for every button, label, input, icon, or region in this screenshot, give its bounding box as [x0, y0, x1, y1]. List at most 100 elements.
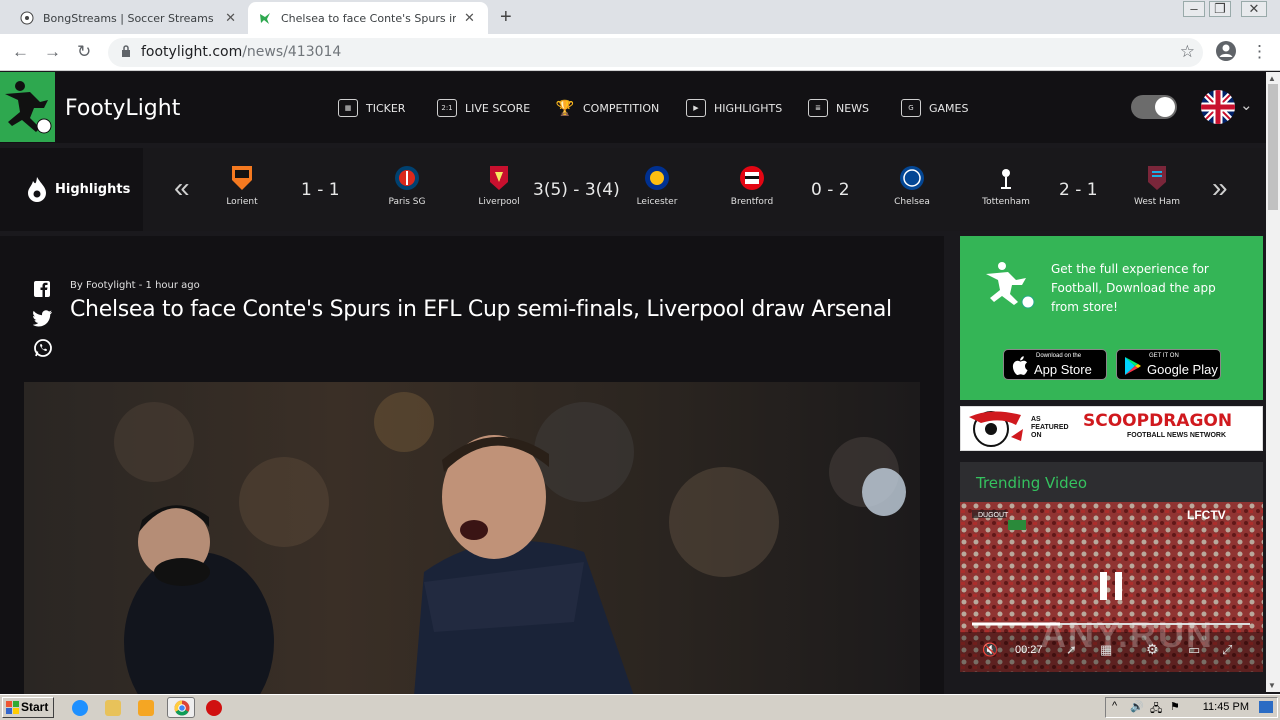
team-away[interactable]: Paris SG — [372, 164, 442, 207]
promo-text: Get the full experience for Football, Do… — [1051, 262, 1216, 314]
match-score[interactable]: 3(5) - 3(4) — [533, 180, 620, 200]
team-away[interactable]: Chelsea — [877, 164, 947, 207]
flag-icon[interactable]: ⚑ — [1170, 700, 1180, 713]
prev-matches-arrow-icon[interactable]: « — [174, 172, 190, 204]
folder-icon[interactable] — [105, 700, 121, 716]
video-time: 00:27 — [1015, 644, 1043, 656]
flame-icon — [28, 177, 46, 202]
psg-crest-icon — [395, 166, 419, 190]
tray-expand-icon[interactable]: ^ — [1112, 700, 1117, 712]
team-name: Tottenham — [982, 197, 1030, 207]
media-player-icon[interactable] — [138, 700, 154, 716]
nav-label: HIGHLIGHTS — [714, 101, 783, 115]
team-home[interactable]: Tottenham — [971, 164, 1041, 207]
uk-flag-icon[interactable] — [1201, 90, 1235, 124]
dugout-label: DUGOUT — [978, 512, 1009, 519]
system-tray: ^ 🔊 🖧 ⚑ 11:45 PM — [1105, 697, 1278, 718]
scroll-down-arrow-icon[interactable]: ▼ — [1268, 681, 1276, 690]
anyrun-watermark: ANY.RUN — [1040, 614, 1215, 655]
fullscreen-icon[interactable]: ⤢ — [1222, 642, 1232, 658]
match-score[interactable]: 0 - 2 — [811, 180, 850, 200]
bookmark-star-icon[interactable]: ☆ — [1180, 42, 1195, 62]
site-logo[interactable] — [0, 72, 55, 142]
close-tab-icon[interactable]: ✕ — [464, 11, 475, 26]
team-name: Chelsea — [894, 197, 930, 207]
nav-highlights[interactable]: ▶ HIGHLIGHTS — [686, 98, 782, 118]
chevron-down-icon[interactable]: ⌄ — [1240, 96, 1253, 114]
nav-label: GAMES — [929, 101, 969, 115]
match-score[interactable]: 2 - 1 — [1059, 180, 1098, 200]
account-icon[interactable] — [1215, 40, 1237, 67]
lorient-crest-icon — [232, 166, 252, 190]
team-away[interactable]: West Ham — [1122, 164, 1192, 207]
lfctv-label: LFCTV — [1187, 508, 1226, 522]
show-desktop-icon[interactable] — [1259, 701, 1273, 713]
tab-bongstreams[interactable]: BongStreams | Soccer Streams | NBA ✕ — [10, 2, 246, 34]
team-name: Brentford — [730, 197, 774, 207]
network-icon[interactable]: 🖧 — [1150, 700, 1162, 719]
ie-icon[interactable] — [72, 700, 88, 716]
article-hero-image — [24, 382, 920, 696]
nav-games[interactable]: G GAMES — [901, 98, 968, 118]
trending-video-title: Trending Video — [976, 474, 1088, 492]
video-player[interactable]: LFCTV DUGOUT 🔇 00:27 ➚ ▦ ⚙ ▭ ⤢ ANY.RUN — [960, 502, 1263, 672]
team-name: Lorient — [226, 197, 258, 207]
start-label: Start — [21, 700, 49, 714]
highlights-section[interactable]: Highlights — [0, 148, 143, 231]
restore-button[interactable]: ❐ — [1209, 1, 1231, 17]
team-name: Liverpool — [478, 197, 520, 207]
url-text: footylight.com/news/413014 — [141, 44, 341, 60]
scoopdragon-banner[interactable]: AS FEATURED ON SCOOPDRAGON FOOTBALL NEWS… — [960, 406, 1263, 451]
app-store-button[interactable]: Download on the App Store — [1003, 349, 1107, 380]
start-button[interactable]: Start — [2, 697, 54, 718]
site-header: FootyLight ▦ TICKER 2:1 LIVE SCORE 🏆 COMPET… — [0, 72, 1266, 143]
team-home[interactable]: Liverpool — [464, 164, 534, 207]
next-matches-arrow-icon[interactable]: » — [1212, 172, 1228, 204]
page-scrollbar[interactable]: ▲ ▼ — [1266, 72, 1280, 692]
menu-kebab-icon[interactable]: ⋮ — [1251, 42, 1268, 62]
article-byline: By Footylight - 1 hour ago — [70, 280, 200, 291]
tab-chelsea-article[interactable]: Chelsea to face Conte's Spurs in EFL ✕ — [248, 2, 488, 34]
match-score[interactable]: 1 - 1 — [301, 180, 340, 200]
brentford-crest-icon — [740, 166, 764, 190]
whatsapp-icon[interactable] — [33, 338, 53, 358]
nav-label: COMPETITION — [583, 101, 660, 115]
facebook-icon[interactable] — [33, 280, 53, 300]
close-window-button[interactable]: ✕ — [1241, 1, 1267, 17]
article-container: By Footylight - 1 hour ago Chelsea to fa… — [0, 236, 944, 696]
highlights-label: Highlights — [55, 182, 131, 197]
team-home[interactable]: Brentford — [717, 164, 787, 207]
minimize-button[interactable]: – — [1183, 1, 1205, 17]
volume-icon[interactable]: 🔊 — [1130, 700, 1144, 713]
team-away[interactable]: Leicester — [622, 164, 692, 207]
footballer-logo-icon — [5, 81, 52, 134]
url-host: footylight.com — [141, 44, 243, 60]
reload-button[interactable]: ↻ — [77, 42, 91, 62]
close-tab-icon[interactable]: ✕ — [225, 11, 236, 26]
team-home[interactable]: Lorient — [207, 164, 277, 207]
play-icon: ▶ — [686, 99, 706, 117]
nav-competition[interactable]: 🏆 COMPETITION — [555, 98, 660, 118]
mute-icon[interactable]: 🔇 — [982, 642, 998, 658]
url-bar[interactable]: footylight.com/news/413014 ☆ — [108, 38, 1203, 67]
forward-button[interactable]: → — [44, 42, 61, 62]
nav-ticker[interactable]: ▦ TICKER — [338, 98, 405, 118]
scroll-up-arrow-icon[interactable]: ▲ — [1268, 74, 1276, 83]
stop-icon[interactable] — [206, 700, 222, 716]
nav-live-score[interactable]: 2:1 LIVE SCORE — [437, 98, 530, 118]
nav-news[interactable]: ≣ NEWS — [808, 98, 869, 118]
dark-mode-toggle[interactable] — [1131, 95, 1177, 119]
twitter-icon[interactable] — [32, 309, 53, 329]
new-tab-button[interactable]: + — [500, 6, 512, 29]
chrome-icon — [174, 700, 190, 716]
games-icon: G — [901, 99, 921, 117]
lock-icon — [122, 45, 130, 57]
google-play-button[interactable]: GET IT ON Google Play — [1116, 349, 1221, 380]
brand-name[interactable]: FootyLight — [65, 96, 180, 121]
team-name: Paris SG — [388, 197, 426, 207]
back-button[interactable]: ← — [12, 42, 29, 62]
chrome-taskbar-button[interactable] — [167, 697, 195, 718]
scrollbar-thumb[interactable] — [1268, 84, 1278, 210]
trending-video-panel: Trending Video LFCTV DUGOUT 🔇 00:27 ➚ ▦ … — [960, 462, 1263, 672]
tottenham-crest-icon — [1001, 169, 1011, 189]
